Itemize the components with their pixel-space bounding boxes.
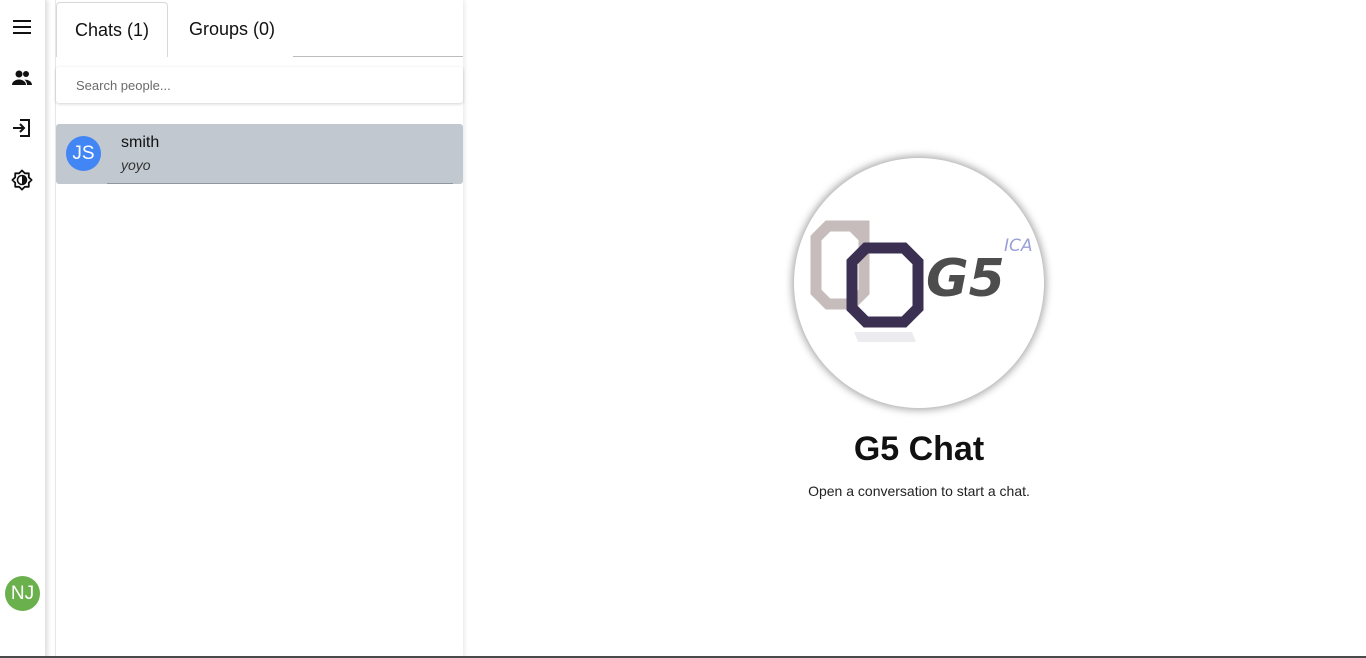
conversation-list-panel: Chats (1) Groups (0) JS smith yoyo (55, 0, 463, 658)
people-icon (12, 70, 32, 85)
menu-button[interactable] (8, 13, 36, 41)
chat-avatar: JS (66, 136, 101, 171)
tab-chats[interactable]: Chats (1) (56, 2, 168, 57)
user-avatar[interactable]: NJ (5, 576, 40, 611)
tab-bar: Chats (1) Groups (0) (56, 0, 463, 57)
chat-last-message: yoyo (121, 157, 151, 173)
chat-avatar-initials: JS (72, 142, 95, 164)
chat-list-item[interactable]: JS smith yoyo (56, 124, 463, 184)
app-root: NJ Chats (1) Groups (0) JS smith yoyo (0, 0, 1366, 658)
tab-chats-label: Chats (1) (74, 19, 150, 40)
logout-icon (13, 119, 30, 137)
logo-badge: ICA (1004, 236, 1033, 256)
user-avatar-initials: NJ (10, 582, 35, 604)
chat-divider (107, 183, 453, 184)
welcome-title: G5 Chat (853, 430, 985, 468)
tab-groups-label: Groups (0) (188, 19, 276, 39)
g5-logo-icon: G5 ICA (810, 220, 1033, 342)
tab-groups[interactable]: Groups (0) (172, 2, 292, 57)
search-people-input[interactable] (56, 67, 463, 103)
chat-contact-name: smith (121, 134, 160, 151)
brightness-icon (11, 169, 33, 191)
logout-button[interactable] (8, 114, 36, 142)
logo-text: G5 (926, 249, 1005, 309)
tab-underline (293, 56, 463, 57)
people-button[interactable] (8, 64, 36, 92)
theme-toggle-button[interactable] (8, 166, 36, 194)
main-content: G5 ICA G5 Chat Open a conversation to st… (463, 0, 1366, 658)
welcome-subtitle: Open a conversation to start a chat. (808, 483, 1030, 499)
app-logo: G5 ICA (794, 158, 1044, 408)
left-rail: NJ (0, 0, 46, 658)
menu-icon (13, 20, 31, 34)
